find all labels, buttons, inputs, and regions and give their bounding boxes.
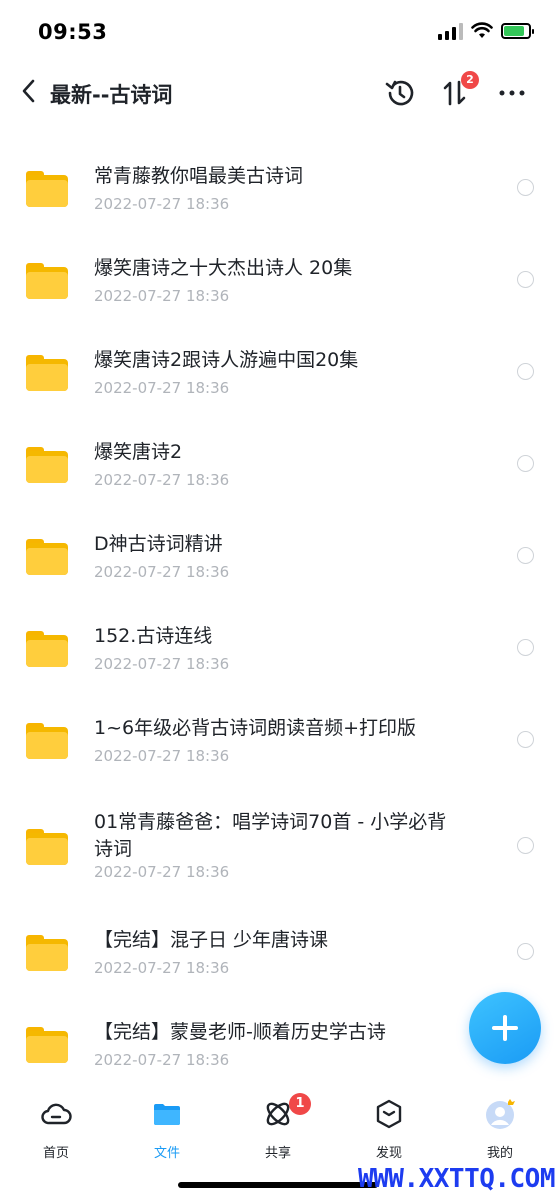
- file-date: 2022-07-27 18:36: [94, 471, 230, 489]
- file-date: 2022-07-27 18:36: [94, 195, 230, 213]
- add-button[interactable]: [469, 992, 541, 1064]
- folder-icon: [26, 355, 68, 391]
- file-name: 【完结】混子日 少年唐诗课: [94, 929, 329, 951]
- page-title: 最新--古诗词: [50, 83, 173, 107]
- nav-label: 首页: [42, 1146, 69, 1161]
- folder-icon: [26, 539, 68, 575]
- history-icon[interactable]: [383, 76, 417, 110]
- folder-icon: [26, 723, 68, 759]
- nav-label: 发现: [375, 1146, 402, 1161]
- file-date: 2022-07-27 18:36: [94, 655, 230, 673]
- list-item[interactable]: 1~6年级必背古诗词朗读音频+打印版 2022-07-27 18:36: [0, 682, 555, 774]
- list-item[interactable]: 【完结】混子日 少年唐诗课 2022-07-27 18:36: [0, 894, 555, 986]
- file-name: 01常青藤爸爸：唱学诗词70首 - 小学必背诗词: [94, 811, 447, 860]
- status-bar: 09:53: [0, 0, 555, 64]
- watermark: WWW.XXTTQ.COM: [358, 1164, 555, 1194]
- battery-icon: [501, 23, 534, 39]
- status-time: 09:53: [38, 20, 108, 44]
- folder-icon: [26, 631, 68, 667]
- nav-item-me[interactable]: 我的: [460, 1096, 540, 1161]
- file-name: 爆笑唐诗2跟诗人游遍中国20集: [94, 349, 359, 371]
- list-item[interactable]: 爆笑唐诗2 2022-07-27 18:36: [0, 406, 555, 498]
- list-item[interactable]: 常青藤教你唱最美古诗词 2022-07-27 18:36: [0, 130, 555, 222]
- wifi-icon: [471, 22, 493, 38]
- select-radio[interactable]: [517, 179, 534, 196]
- nav-item-home[interactable]: 首页: [16, 1096, 96, 1161]
- list-item[interactable]: 152.古诗连线 2022-07-27 18:36: [0, 590, 555, 682]
- more-icon[interactable]: [496, 76, 530, 110]
- select-radio[interactable]: [517, 547, 534, 564]
- nav-item-discover[interactable]: 发现: [349, 1096, 429, 1161]
- file-date: 2022-07-27 18:36: [94, 1051, 230, 1069]
- cellular-signal-icon: [438, 22, 463, 40]
- back-icon[interactable]: [14, 76, 44, 106]
- cloud-icon: [41, 1103, 72, 1125]
- file-date: 2022-07-27 18:36: [94, 863, 230, 881]
- file-name: 爆笑唐诗之十大杰出诗人 20集: [94, 257, 353, 279]
- avatar-icon: [486, 1099, 515, 1129]
- folder-icon: [26, 829, 68, 865]
- select-radio[interactable]: [517, 363, 534, 380]
- list-item[interactable]: 01常青藤爸爸：唱学诗词70首 - 小学必背诗词 2022-07-27 18:3…: [0, 774, 555, 894]
- folder-icon: [154, 1104, 180, 1125]
- file-date: 2022-07-27 18:36: [94, 959, 230, 977]
- file-name: 爆笑唐诗2: [94, 441, 183, 463]
- select-radio[interactable]: [517, 455, 534, 472]
- folder-icon: [26, 447, 68, 483]
- folder-icon: [26, 1027, 68, 1063]
- file-name: 【完结】蒙曼老师-顺着历史学古诗: [94, 1021, 386, 1043]
- file-date: 2022-07-27 18:36: [94, 747, 230, 765]
- status-icons: [438, 22, 534, 40]
- list-item[interactable]: 爆笑唐诗2跟诗人游遍中国20集 2022-07-27 18:36: [0, 314, 555, 406]
- select-radio[interactable]: [517, 943, 534, 960]
- bottom-nav: 首页 文件 共享 发现 我的: [0, 1086, 555, 1166]
- select-radio[interactable]: [517, 271, 534, 288]
- folder-icon: [26, 171, 68, 207]
- list-item[interactable]: 爆笑唐诗之十大杰出诗人 20集 2022-07-27 18:36: [0, 222, 555, 314]
- file-name: 152.古诗连线: [94, 625, 213, 647]
- file-name: 1~6年级必背古诗词朗读音频+打印版: [94, 717, 417, 739]
- select-radio[interactable]: [517, 731, 534, 748]
- cube-icon: [376, 1099, 402, 1129]
- folder-icon: [26, 263, 68, 299]
- nav-label: 文件: [153, 1146, 180, 1161]
- file-name: 常青藤教你唱最美古诗词: [94, 165, 304, 187]
- select-radio[interactable]: [517, 639, 534, 656]
- nav-label: 共享: [264, 1146, 291, 1161]
- list-item[interactable]: D神古诗词精讲 2022-07-27 18:36: [0, 498, 555, 590]
- file-date: 2022-07-27 18:36: [94, 287, 230, 305]
- home-indicator: [178, 1182, 378, 1188]
- share-badge: 1: [289, 1093, 311, 1115]
- folder-icon: [26, 935, 68, 971]
- file-name: D神古诗词精讲: [94, 533, 223, 555]
- file-date: 2022-07-27 18:36: [94, 379, 230, 397]
- nav-item-files[interactable]: 文件: [127, 1096, 207, 1161]
- file-date: 2022-07-27 18:36: [94, 563, 230, 581]
- sort-badge: 2: [461, 71, 479, 89]
- select-radio[interactable]: [517, 837, 534, 854]
- nav-label: 我的: [486, 1146, 513, 1161]
